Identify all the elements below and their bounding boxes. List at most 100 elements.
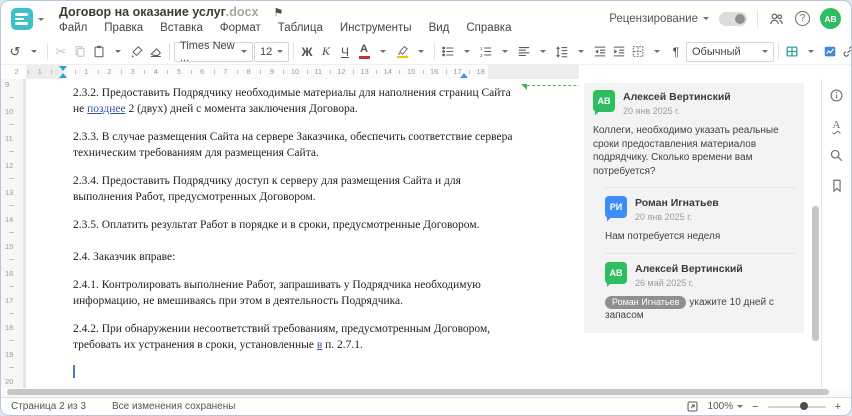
avatar-tail	[607, 214, 614, 222]
paragraph-5[interactable]: 2.4. Заказчик вправе:	[73, 249, 517, 265]
font-color-caret-icon[interactable]	[374, 42, 392, 62]
collaboration-users-icon[interactable]	[768, 11, 785, 27]
vertical-ruler[interactable]: 9 10 11 12 13 14 15 16 17 18 19 20	[1, 79, 23, 395]
menu-item-8[interactable]: Справка	[466, 22, 511, 34]
paragraph-4[interactable]: 2.3.5. Оплатить результат Работ в порядк…	[73, 217, 517, 233]
paragraph-7[interactable]: 2.4.2. При обнаружении несоответствий тр…	[73, 321, 517, 353]
menu-item-4[interactable]: Формат	[220, 22, 261, 34]
paragraph-1[interactable]: 2.3.2. Предоставить Подрядчику необходим…	[73, 85, 517, 117]
paragraph-6[interactable]: 2.4.1. Контролировать выполнение Работ, …	[73, 277, 517, 309]
numbered-list-icon[interactable]: 12	[477, 42, 495, 62]
comments-panel: АВ Алексей Вертинский 20 янв 2025 г. Коллег…	[579, 79, 809, 388]
right-indent-marker[interactable]	[460, 73, 468, 78]
paste-caret-icon[interactable]	[109, 42, 127, 62]
undo-caret-icon[interactable]	[25, 42, 43, 62]
menu-item-1[interactable]: Файл	[59, 22, 87, 34]
menu-item-7[interactable]: Вид	[429, 22, 450, 34]
menu-item-5[interactable]: Таблица	[278, 22, 323, 34]
line-spacing-caret-icon[interactable]	[572, 42, 590, 62]
insert-table-icon[interactable]	[783, 42, 801, 62]
highlight-caret-icon[interactable]	[412, 42, 430, 62]
align-caret-icon[interactable]	[534, 42, 552, 62]
font-color-swatch	[358, 56, 370, 59]
help-icon[interactable]: ?	[795, 11, 810, 26]
current-user-avatar[interactable]: АВ	[820, 8, 841, 29]
comment-thread-card[interactable]: АВ Алексей Вертинский 20 янв 2025 г. Коллег…	[584, 83, 804, 333]
divider	[169, 43, 170, 60]
borders-caret-icon[interactable]	[648, 42, 666, 62]
review-mode-button[interactable]: Рецензирование	[609, 13, 709, 25]
bookmark-icon[interactable]	[829, 177, 845, 193]
paragraph-text: 2.4.1. Контролировать выполнение Работ, …	[73, 279, 481, 307]
highlight-color-button[interactable]	[393, 42, 411, 62]
insert-chart-icon[interactable]	[821, 42, 839, 62]
comment-reply-1[interactable]: РИ Роман Игнатьев 20 янв 2025 г. Нам потреб…	[605, 187, 795, 244]
increase-indent-icon[interactable]	[610, 42, 628, 62]
table-caret-icon[interactable]	[802, 42, 820, 62]
ruler-tick	[9, 340, 14, 341]
font-color-button[interactable]: А	[355, 42, 373, 62]
app-logo[interactable]	[11, 8, 33, 30]
italic-button[interactable]: К	[317, 42, 335, 62]
horizontal-scrollbar[interactable]	[1, 388, 851, 397]
undo-button[interactable]: ↺	[6, 42, 24, 62]
paragraph-text: 2.3.5. Оплатить результат Работ в порядк…	[73, 219, 480, 231]
paragraph-borders-icon[interactable]	[629, 42, 647, 62]
paragraph-2[interactable]: 2.3.3. В случае размещения Сайта на серв…	[73, 129, 517, 161]
paragraph-3[interactable]: 2.3.4. Предоставить Подрядчику доступ к …	[73, 173, 517, 205]
paragraph-style-select[interactable]: Обычный	[686, 41, 774, 62]
divider	[778, 43, 779, 60]
zoom-in-button[interactable]: +	[835, 401, 841, 413]
clear-style-eraser-icon[interactable]	[147, 42, 165, 62]
first-line-indent-marker[interactable]	[59, 66, 67, 71]
font-size-select[interactable]: 12	[254, 41, 289, 62]
align-left-icon[interactable]	[515, 42, 533, 62]
fit-to-width-icon[interactable]	[686, 400, 699, 413]
mention-chip[interactable]: Роман Игнатьев	[605, 295, 687, 309]
font-name-select[interactable]: Times New ...	[174, 40, 253, 64]
about-info-icon[interactable]	[829, 87, 845, 103]
menu-item-3[interactable]: Вставка	[160, 22, 203, 34]
bullet-list-icon[interactable]	[439, 42, 457, 62]
decrease-indent-icon[interactable]	[591, 42, 609, 62]
numbered-list-caret-icon[interactable]	[496, 42, 514, 62]
search-icon[interactable]	[829, 147, 845, 163]
zoom-value-select[interactable]: 100%	[708, 401, 744, 412]
review-toggle[interactable]	[719, 11, 747, 26]
document-page[interactable]: 2.3.2. Предоставить Подрядчику необходим…	[26, 79, 598, 388]
menu-item-6[interactable]: Инструменты	[340, 22, 412, 34]
zoom-slider-knob[interactable]	[799, 402, 808, 410]
cut-button[interactable]: ✂	[52, 42, 70, 62]
horizontal-ruler[interactable]: 2 1 1 2 3 4 5 6 7 8 9 10 11 12 13 14 15 16 17 18	[1, 65, 579, 79]
paste-button[interactable]	[90, 42, 108, 62]
left-indent-marker[interactable]	[59, 73, 67, 78]
insert-link-icon[interactable]	[840, 42, 851, 62]
comment-date: 26 май 2025 г.	[635, 277, 694, 288]
ruler-tick	[9, 178, 14, 179]
zoom-slider[interactable]	[767, 402, 826, 410]
logo-menu-caret-icon[interactable]	[38, 18, 44, 21]
zoom-out-button[interactable]: −	[752, 401, 758, 413]
bold-button[interactable]: Ж	[298, 42, 316, 62]
menu-item-2[interactable]: Правка	[104, 22, 143, 34]
ruler-number: 9	[269, 67, 274, 76]
ruler-tick	[51, 70, 53, 74]
ruler-tick	[353, 70, 354, 74]
document-text[interactable]: 2.3.2. Предоставить Подрядчику необходим…	[26, 79, 579, 378]
page-number-indicator[interactable]: Страница 2 из 3	[11, 401, 86, 412]
ruler-tick	[213, 70, 215, 74]
vertical-scrollbar-thumb[interactable]	[812, 206, 819, 341]
favorite-flag-icon[interactable]: ⚑	[273, 6, 283, 19]
comment-reply-2[interactable]: АВ Алексей Вертинский 26 май 2025 г. Роман …	[605, 252, 795, 323]
horizontal-scrollbar-thumb[interactable]	[7, 389, 829, 395]
paragraph-text: 2.4.2. При обнаружении несоответствий тр…	[73, 323, 491, 351]
spellcheck-icon[interactable]: А	[829, 117, 845, 133]
line-spacing-icon[interactable]	[553, 42, 571, 62]
underline-button[interactable]: Ч	[336, 42, 354, 62]
ruler-number: 7	[223, 67, 228, 76]
nonprinting-chars-button[interactable]: ¶	[667, 42, 685, 62]
copy-button[interactable]	[71, 42, 89, 62]
save-status-label: Все изменения сохранены	[111, 401, 236, 412]
bullet-list-caret-icon[interactable]	[458, 42, 476, 62]
format-painter-icon[interactable]	[128, 42, 146, 62]
